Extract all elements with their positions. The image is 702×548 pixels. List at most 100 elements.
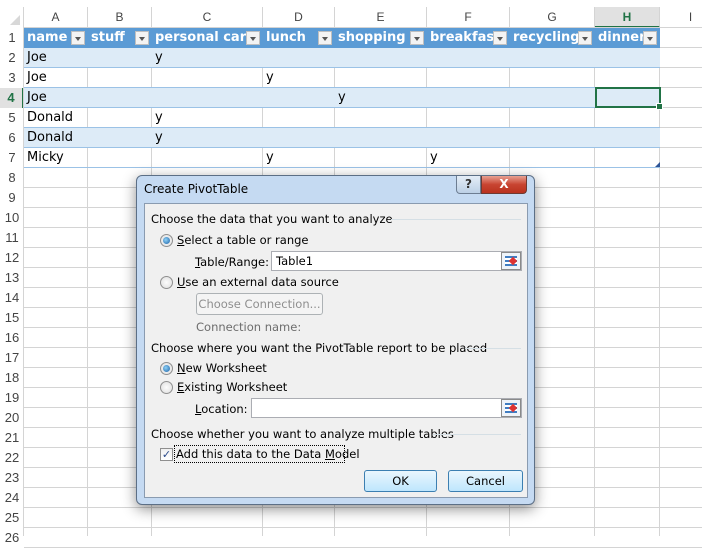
table-cell[interactable]: y xyxy=(263,148,335,168)
table-cell[interactable]: Joe xyxy=(24,68,88,88)
column-header-h[interactable]: H xyxy=(595,7,660,28)
choose-connection-button[interactable]: Choose Connection... xyxy=(196,293,323,315)
table-cell[interactable]: y xyxy=(427,148,510,168)
table-cell[interactable] xyxy=(427,48,510,68)
table-cell[interactable] xyxy=(88,88,152,108)
table-cell[interactable]: Donald xyxy=(24,108,88,128)
table-cell[interactable] xyxy=(510,128,595,148)
row-header-5[interactable]: 5 xyxy=(0,108,24,128)
row-header-17[interactable]: 17 xyxy=(0,348,24,368)
column-header-g[interactable]: G xyxy=(510,7,595,28)
table-cell[interactable] xyxy=(88,108,152,128)
table-cell[interactable] xyxy=(335,128,427,148)
table-cell[interactable] xyxy=(335,108,427,128)
row-header-16[interactable]: 16 xyxy=(0,328,24,348)
help-button[interactable]: ? xyxy=(456,176,481,194)
row-header-11[interactable]: 11 xyxy=(0,228,24,248)
table-cell[interactable] xyxy=(263,128,335,148)
table-cell[interactable]: Joe xyxy=(24,48,88,68)
location-input[interactable] xyxy=(251,398,522,418)
row-header-20[interactable]: 20 xyxy=(0,408,24,428)
table-cell[interactable] xyxy=(427,128,510,148)
table-cell[interactable]: Joe xyxy=(24,88,88,108)
table-range-collapse-icon[interactable] xyxy=(501,252,521,270)
row-header-3[interactable]: 3 xyxy=(0,68,24,88)
data-model-checkbox-label[interactable]: Add this data to the Data Model xyxy=(176,447,360,461)
table-cell[interactable] xyxy=(152,148,263,168)
table-cell[interactable] xyxy=(510,88,595,108)
table-resize-handle[interactable] xyxy=(655,162,660,167)
filter-dropdown-icon[interactable] xyxy=(318,31,332,45)
table-cell[interactable] xyxy=(263,88,335,108)
radio-external-source-label[interactable]: Use an external data source xyxy=(177,275,339,289)
table-cell[interactable] xyxy=(595,108,660,128)
table-range-input[interactable]: Table1 xyxy=(271,251,522,271)
row-header-24[interactable]: 24 xyxy=(0,488,24,508)
table-cell[interactable]: y xyxy=(152,108,263,128)
row-header-9[interactable]: 9 xyxy=(0,188,24,208)
row-header-12[interactable]: 12 xyxy=(0,248,24,268)
table-cell[interactable]: y xyxy=(263,68,335,88)
select-all-corner[interactable] xyxy=(0,7,24,28)
column-header-d[interactable]: D xyxy=(263,7,335,28)
row-header-4[interactable]: 4 xyxy=(0,88,24,108)
table-cell[interactable] xyxy=(595,48,660,68)
row-header-13[interactable]: 13 xyxy=(0,268,24,288)
table-cell[interactable]: y xyxy=(152,128,263,148)
table-cell[interactable] xyxy=(335,68,427,88)
data-model-checkbox[interactable]: ✓ xyxy=(160,448,173,461)
table-cell[interactable] xyxy=(263,48,335,68)
table-cell[interactable] xyxy=(510,108,595,128)
row-header-18[interactable]: 18 xyxy=(0,368,24,388)
filter-dropdown-icon[interactable] xyxy=(71,31,85,45)
table-cell[interactable]: y xyxy=(152,48,263,68)
radio-new-worksheet[interactable] xyxy=(160,362,173,375)
table-cell[interactable] xyxy=(595,128,660,148)
row-header-14[interactable]: 14 xyxy=(0,288,24,308)
table-cell[interactable] xyxy=(152,68,263,88)
table-cell[interactable] xyxy=(263,108,335,128)
filter-dropdown-icon[interactable] xyxy=(578,31,592,45)
table-cell[interactable] xyxy=(88,68,152,88)
filter-dropdown-icon[interactable] xyxy=(410,31,424,45)
row-header-15[interactable]: 15 xyxy=(0,308,24,328)
selected-cell-h4[interactable] xyxy=(595,87,663,110)
filter-dropdown-icon[interactable] xyxy=(135,31,149,45)
row-header-1[interactable]: 1 xyxy=(0,28,24,48)
table-cell[interactable]: Micky xyxy=(24,148,88,168)
row-header-7[interactable]: 7 xyxy=(0,148,24,168)
column-header-b[interactable]: B xyxy=(88,7,152,28)
row-header-21[interactable]: 21 xyxy=(0,428,24,448)
column-header-e[interactable]: E xyxy=(335,7,427,28)
row-header-25[interactable]: 25 xyxy=(0,508,24,528)
column-header-f[interactable]: F xyxy=(427,7,510,28)
table-cell[interactable] xyxy=(510,68,595,88)
radio-existing-worksheet-label[interactable]: Existing Worksheet xyxy=(177,380,287,394)
table-cell[interactable] xyxy=(510,148,595,168)
location-collapse-icon[interactable] xyxy=(501,399,521,417)
row-header-23[interactable]: 23 xyxy=(0,468,24,488)
filter-dropdown-icon[interactable] xyxy=(246,31,260,45)
table-cell[interactable] xyxy=(595,148,660,168)
table-cell[interactable] xyxy=(88,48,152,68)
table-cell[interactable]: Donald xyxy=(24,128,88,148)
radio-select-table-label[interactable]: Select a table or range xyxy=(177,233,309,247)
row-header-19[interactable]: 19 xyxy=(0,388,24,408)
radio-select-table[interactable] xyxy=(160,234,173,247)
row-header-26[interactable]: 26 xyxy=(0,528,24,548)
table-cell[interactable] xyxy=(510,48,595,68)
row-header-8[interactable]: 8 xyxy=(0,168,24,188)
table-cell[interactable] xyxy=(595,68,660,88)
radio-external-source[interactable] xyxy=(160,276,173,289)
dialog-titlebar[interactable]: Create PivotTable ? X xyxy=(137,176,534,202)
table-cell[interactable] xyxy=(335,48,427,68)
table-cell[interactable] xyxy=(427,68,510,88)
column-header-c[interactable]: C xyxy=(152,7,263,28)
close-button[interactable]: X xyxy=(481,176,527,194)
radio-existing-worksheet[interactable] xyxy=(160,381,173,394)
radio-new-worksheet-label[interactable]: New Worksheet xyxy=(177,361,267,375)
row-header-6[interactable]: 6 xyxy=(0,128,24,148)
column-header-a[interactable]: A xyxy=(24,7,88,28)
row-header-22[interactable]: 22 xyxy=(0,448,24,468)
table-cell[interactable] xyxy=(335,148,427,168)
